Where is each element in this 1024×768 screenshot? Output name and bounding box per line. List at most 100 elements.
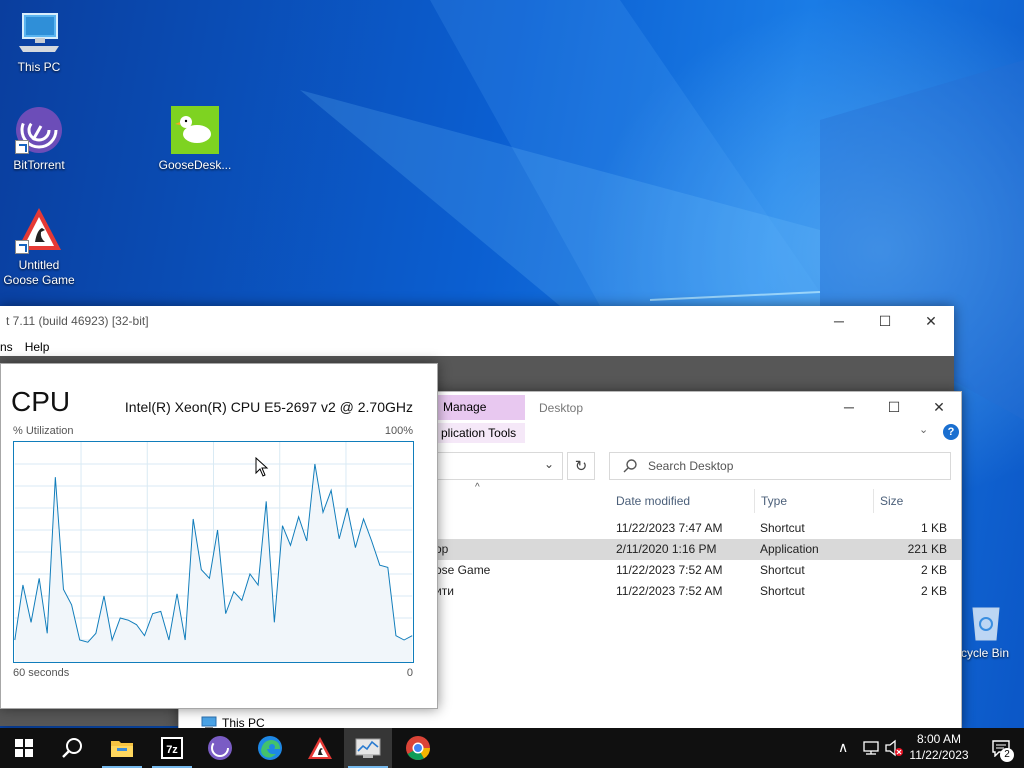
file-type: Shortcut xyxy=(760,563,805,577)
desktop-icon-label: Untitled Goose Game xyxy=(3,258,75,287)
search-icon xyxy=(623,459,637,473)
windows-logo-icon xyxy=(15,739,33,757)
taskbar-bittorrent[interactable] xyxy=(196,728,244,768)
taskbar-chrome[interactable] xyxy=(394,728,442,768)
cpu-utilization-graph xyxy=(13,441,414,663)
taskbar-task-manager[interactable] xyxy=(344,728,392,768)
mouse-cursor-icon xyxy=(255,457,269,477)
chevron-up-icon[interactable]: ∧ xyxy=(838,739,848,756)
address-bar[interactable]: ⌄ xyxy=(435,452,563,480)
goose-game-icon xyxy=(308,737,332,759)
column-size[interactable]: Size xyxy=(874,489,954,513)
system-clock[interactable]: 8:00 AM 11/22/2023 xyxy=(904,731,974,763)
maximize-icon: ☐ xyxy=(878,312,892,329)
search-icon xyxy=(62,738,82,758)
time-axis-end-label: 0 xyxy=(406,667,413,679)
taskbar-7zip[interactable]: 7z xyxy=(148,728,196,768)
close-icon: ✕ xyxy=(933,398,945,415)
column-date-modified[interactable]: Date modified xyxy=(610,489,755,513)
file-date: 2/11/2020 1:16 PM xyxy=(616,542,717,556)
column-label: Type xyxy=(761,494,788,508)
maximize-button[interactable]: ☐ xyxy=(871,392,917,422)
goose-game-icon xyxy=(15,206,63,254)
tab-label: Desktop xyxy=(539,401,584,415)
close-button[interactable]: ✕ xyxy=(916,392,962,422)
minimize-button[interactable]: ─ xyxy=(826,392,872,422)
search-input[interactable]: Search Desktop xyxy=(609,452,951,480)
svg-text:7z: 7z xyxy=(166,744,178,756)
chevron-down-icon[interactable]: ⌄ xyxy=(544,457,554,471)
tab-manage[interactable]: Manage xyxy=(435,395,525,420)
file-type: Application xyxy=(760,542,819,556)
desktop-icon-label: This PC xyxy=(17,60,61,74)
clock-date: 11/22/2023 xyxy=(909,748,969,762)
taskbar: 7z ∧ 8:00 AM 11/22/2023 2 xyxy=(0,728,1024,768)
file-date: 11/22/2023 7:52 AM xyxy=(616,563,723,577)
desktop-icon-label: GooseDesk... xyxy=(158,158,232,172)
ribbon-context-label: plication Tools xyxy=(435,423,525,443)
recycle-bin-icon xyxy=(965,602,1005,642)
cpu-performance-window[interactable]: CPU Intel(R) Xeon(R) CPU E5-2697 v2 @ 2.… xyxy=(0,363,438,709)
refresh-button[interactable]: ↻ xyxy=(567,452,595,480)
volume-muted-icon[interactable] xyxy=(884,739,904,757)
shortcut-arrow-icon xyxy=(15,140,29,154)
bittorrent-icon xyxy=(15,106,63,154)
task-manager-icon xyxy=(355,738,381,758)
utilization-max-label: 100% xyxy=(384,425,413,437)
menu-item-help[interactable]: Help xyxy=(25,336,50,358)
7zip-icon: 7z xyxy=(161,737,183,759)
context-tab-label: plication Tools xyxy=(441,426,517,440)
desktop-icon-bittorrent[interactable]: BitTorrent xyxy=(0,106,78,173)
close-button[interactable]: ✕ xyxy=(908,306,954,336)
tab-label: Manage xyxy=(443,400,487,414)
search-placeholder: Search Desktop xyxy=(648,459,734,473)
file-size: 2 KB xyxy=(920,584,947,598)
column-label: Size xyxy=(880,494,904,508)
start-button[interactable] xyxy=(0,728,48,768)
clock-time: 8:00 AM xyxy=(916,732,962,746)
column-type[interactable]: Type xyxy=(755,489,874,513)
file-size: 2 KB xyxy=(920,563,947,577)
column-label: Date modified xyxy=(616,494,691,508)
file-type: Shortcut xyxy=(760,584,805,598)
folder-icon xyxy=(111,741,133,757)
chrome-icon xyxy=(406,736,430,761)
ribbon-expand-icon[interactable]: ⌄ xyxy=(919,423,928,436)
taskbar-goose-game[interactable] xyxy=(296,728,344,768)
cpu-model: Intel(R) Xeon(R) CPU E5-2697 v2 @ 2.70GH… xyxy=(124,399,413,415)
7zip-title-bar[interactable]: t 7.11 (build 46923) [32-bit] xyxy=(0,306,954,336)
file-date: 11/22/2023 7:52 AM xyxy=(616,584,723,598)
bittorrent-icon xyxy=(208,736,232,760)
file-size: 221 KB xyxy=(907,542,947,556)
maximize-button[interactable]: ☐ xyxy=(862,306,908,336)
menu-item-tools[interactable]: ns xyxy=(0,336,13,358)
window-title: t 7.11 (build 46923) [32-bit] xyxy=(6,314,149,328)
maximize-icon: ☐ xyxy=(887,398,901,415)
taskbar-file-explorer[interactable] xyxy=(98,728,146,768)
help-icon[interactable]: ? xyxy=(943,424,959,440)
refresh-icon: ↻ xyxy=(574,458,588,475)
desktop-icon-label: BitTorrent xyxy=(13,158,65,172)
network-icon[interactable] xyxy=(862,740,880,756)
file-size: 1 KB xyxy=(920,521,947,535)
notification-center-button[interactable]: 2 xyxy=(978,728,1024,768)
file-type: Shortcut xyxy=(760,521,805,535)
taskbar-edge[interactable] xyxy=(246,728,294,768)
minimize-icon: ─ xyxy=(834,313,844,329)
desktop-icon-this-pc[interactable]: This PC xyxy=(0,8,78,75)
file-date: 11/22/2023 7:47 AM xyxy=(616,521,723,535)
minimize-icon: ─ xyxy=(844,399,854,415)
desktop-icon-untitled-goose-game[interactable]: Untitled Goose Game xyxy=(0,206,78,288)
close-icon: ✕ xyxy=(925,312,937,329)
edge-icon xyxy=(258,736,282,760)
minimize-button[interactable]: ─ xyxy=(816,306,862,336)
search-button[interactable] xyxy=(48,728,96,768)
shortcut-arrow-icon xyxy=(15,240,29,254)
desktop-icon-goosedesktop[interactable]: GooseDesk... xyxy=(156,106,234,173)
tab-desktop[interactable]: Desktop xyxy=(531,394,591,422)
cpu-title: CPU xyxy=(11,386,71,417)
utilization-label: % Utilization xyxy=(13,425,74,437)
computer-icon xyxy=(15,8,63,56)
time-axis-label: 60 seconds xyxy=(13,667,70,679)
7zip-menu-bar: ns Help xyxy=(0,336,954,358)
